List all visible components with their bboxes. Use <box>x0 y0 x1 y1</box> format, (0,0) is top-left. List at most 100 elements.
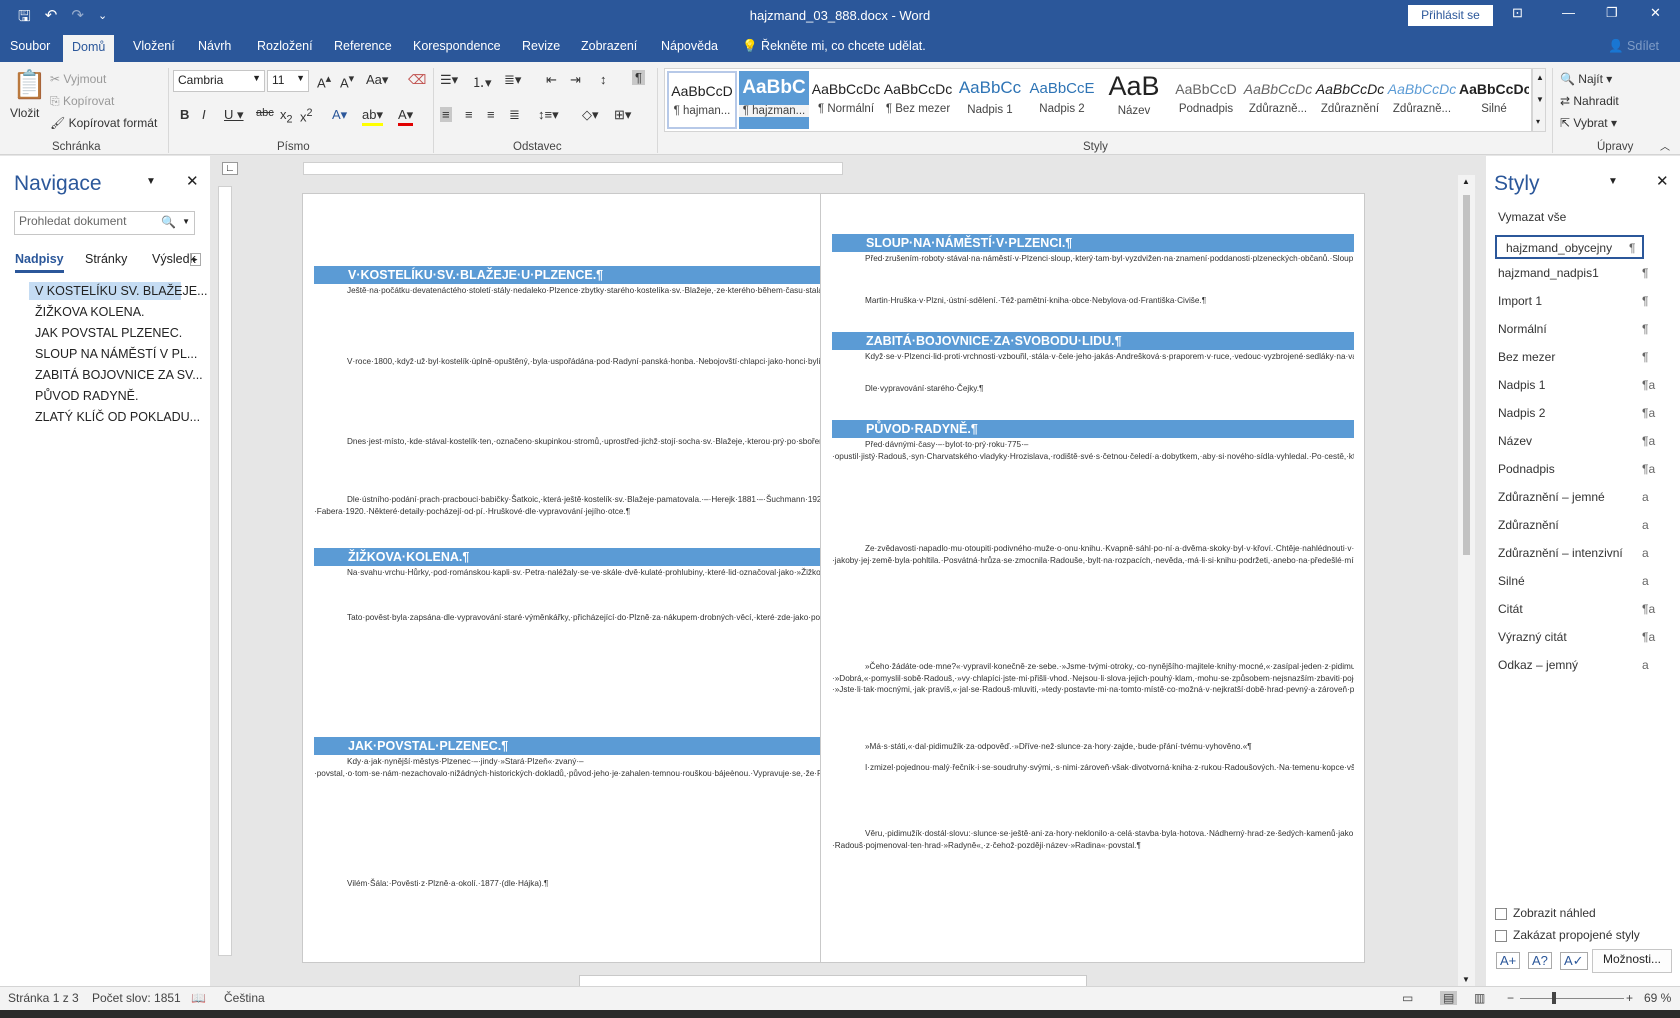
style-gallery-item[interactable]: AaBbCcDc Silné <box>1459 71 1529 129</box>
style-gallery-item[interactable]: AaBbCcDc Zdůraznění <box>1315 71 1385 129</box>
underline-icon[interactable]: U ▾ <box>224 107 244 123</box>
nav-heading-item[interactable]: SLOUP NA NÁMĚSTÍ V PL... <box>35 347 197 361</box>
italic-icon[interactable]: I <box>202 107 206 122</box>
language[interactable]: Čeština <box>224 991 265 1005</box>
restore-icon[interactable]: ❐ <box>1606 5 1618 21</box>
document-area[interactable]: V·KOSTELÍKU·SV.·BLAŽEJE·U·PLZENCE.¶ Ješt… <box>232 175 1458 986</box>
zoom-out-icon[interactable]: − <box>1507 991 1514 1005</box>
options-button[interactable]: Možnosti... <box>1592 949 1672 973</box>
align-left-icon[interactable]: ≡ <box>440 107 452 122</box>
nav-options-icon[interactable]: ▼ <box>146 176 156 187</box>
font-name-select[interactable]: Cambria ▼ <box>173 70 265 92</box>
tab-selector-icon[interactable]: ∟ <box>222 162 238 175</box>
tab-help[interactable]: Nápověda <box>661 39 718 53</box>
style-item[interactable]: Podnadpis ¶a <box>1498 462 1658 476</box>
bullets-icon[interactable]: ☰▾ <box>440 72 458 88</box>
style-item[interactable]: hajzmand_obycejny ¶ <box>1495 235 1644 259</box>
disable-linked-styles-checkbox[interactable]: Zakázat propojené styly <box>1495 928 1640 942</box>
manage-styles-icon[interactable]: A✓ <box>1560 952 1588 970</box>
style-gallery-item[interactable]: AaBbC ¶ hajzman... <box>739 71 809 129</box>
replace-button[interactable]: ⇄ Nahradit <box>1560 94 1619 108</box>
style-gallery-item[interactable]: AaBbCcD Podnadpis <box>1171 71 1241 129</box>
zoom-in-icon[interactable]: + <box>1626 991 1633 1005</box>
vertical-scrollbar[interactable]: ▲ ▼ <box>1458 175 1475 986</box>
tab-review[interactable]: Revize <box>522 39 560 53</box>
style-item[interactable]: Citát ¶a <box>1498 602 1658 616</box>
styles-options-icon[interactable]: ▼ <box>1608 176 1618 187</box>
copy-button[interactable]: ⎘ Kopírovat <box>50 94 114 109</box>
style-gallery-item[interactable]: AaBbCcD ¶ hajman... <box>667 71 737 129</box>
nav-heading-item[interactable]: ZABITÁ BOJOVNICE ZA SV... <box>35 368 203 382</box>
nav-tab-pages[interactable]: Stránky <box>85 252 127 266</box>
tell-me-box[interactable]: 💡 Řekněte mi, co chcete udělat. <box>742 39 926 54</box>
decrease-indent-icon[interactable]: ⇤ <box>546 72 557 88</box>
style-item[interactable]: Bez mezer ¶ <box>1498 350 1658 364</box>
tab-layout[interactable]: Rozložení <box>257 39 313 53</box>
tab-mailings[interactable]: Korespondence <box>413 39 501 53</box>
tab-home[interactable]: Domů <box>63 35 115 62</box>
style-gallery-item[interactable]: AaB Název <box>1099 71 1169 129</box>
format-painter-button[interactable]: 🖌 Kopírovat formát <box>50 116 157 130</box>
line-spacing-icon[interactable]: ↕≡▾ <box>538 107 559 123</box>
find-button[interactable]: 🔍 Najít ▾ <box>1560 72 1612 86</box>
superscript-icon[interactable]: x2 <box>300 107 313 124</box>
style-gallery-item[interactable]: AaBbCc Nadpis 1 <box>955 71 1025 129</box>
proofing-icon[interactable]: 📖 <box>191 991 206 1005</box>
strikethrough-icon[interactable]: abc <box>256 107 274 119</box>
highlight-icon[interactable]: ab▾ <box>362 107 383 126</box>
bold-icon[interactable]: B <box>180 107 189 122</box>
paste-button[interactable]: Vložit <box>10 106 39 120</box>
ribbon-display-icon[interactable]: ⊡ <box>1512 5 1523 21</box>
nav-tabs-scroll-icon[interactable]: ▸ <box>190 253 201 266</box>
new-style-icon[interactable]: A+ <box>1496 952 1521 969</box>
style-item[interactable]: Import 1 ¶ <box>1498 294 1658 308</box>
styles-gallery-scroll[interactable]: ▲ ▼ ▾ <box>1532 68 1546 132</box>
increase-indent-icon[interactable]: ⇥ <box>570 72 581 88</box>
style-item[interactable]: Nadpis 1 ¶a <box>1498 378 1658 392</box>
style-item[interactable]: Normální ¶ <box>1498 322 1658 336</box>
zoom-slider-thumb[interactable] <box>1552 992 1556 1004</box>
tab-insert[interactable]: Vložení <box>133 39 175 53</box>
share-button[interactable]: 👤 Sdílet <box>1608 39 1659 54</box>
nav-heading-item[interactable]: PŮVOD RADYNĚ. <box>35 389 139 403</box>
page-count[interactable]: Stránka 1 z 3 <box>8 991 79 1005</box>
paste-icon[interactable]: 📋 <box>12 68 47 101</box>
cut-button[interactable]: ✂ Vyjmout <box>50 72 106 86</box>
style-item[interactable]: Silné a <box>1498 574 1658 588</box>
font-size-select[interactable]: 11 ▼ <box>267 70 309 92</box>
clear-all-button[interactable]: Vymazat vše <box>1498 210 1658 224</box>
borders-icon[interactable]: ⊞▾ <box>614 107 631 123</box>
nav-search-input[interactable]: Prohledat dokument 🔍 ▼ <box>14 211 195 235</box>
clear-formatting-icon[interactable]: ⌫ <box>408 72 426 88</box>
show-preview-checkbox[interactable]: Zobrazit náhled <box>1495 906 1596 920</box>
print-layout-icon[interactable]: ▤ <box>1440 991 1458 1005</box>
align-right-icon[interactable]: ≡ <box>487 107 495 122</box>
page-1[interactable]: V·KOSTELÍKU·SV.·BLAŽEJE·U·PLZENCE.¶ Ješt… <box>302 193 847 963</box>
text-effects-icon[interactable]: A▾ <box>332 107 347 123</box>
collapse-ribbon-icon[interactable]: ︿ <box>1660 138 1670 153</box>
scroll-thumb[interactable] <box>1463 195 1470 555</box>
web-layout-icon[interactable]: ▥ <box>1474 991 1485 1005</box>
style-gallery-item[interactable]: AaBbCcDc ¶ Normální <box>811 71 881 129</box>
nav-close-icon[interactable]: ✕ <box>186 172 199 190</box>
change-case-icon[interactable]: Aa▾ <box>366 72 388 88</box>
horizontal-ruler[interactable] <box>303 162 843 175</box>
nav-tab-headings[interactable]: Nadpisy <box>15 252 64 273</box>
tab-file[interactable]: Soubor <box>10 39 50 53</box>
tab-references[interactable]: Reference <box>334 39 392 53</box>
subscript-icon[interactable]: x2 <box>280 107 293 126</box>
word-count[interactable]: Počet slov: 1851 <box>92 991 181 1005</box>
styles-close-icon[interactable]: ✕ <box>1656 172 1669 190</box>
style-item[interactable]: Zdůraznění a <box>1498 518 1658 532</box>
grow-font-icon[interactable]: A▴ <box>317 72 331 90</box>
vertical-ruler[interactable] <box>218 186 232 956</box>
style-item[interactable]: hajzmand_nadpis1 ¶ <box>1498 266 1658 280</box>
style-item[interactable]: Výrazný citát ¶a <box>1498 630 1658 644</box>
style-gallery-item[interactable]: AaBbCcDc ¶ Bez mezer <box>883 71 953 129</box>
zoom-slider[interactable] <box>1520 998 1624 999</box>
style-item[interactable]: Nadpis 2 ¶a <box>1498 406 1658 420</box>
style-gallery-item[interactable]: AaBbCcDc Zdůrazně... <box>1243 71 1313 129</box>
justify-icon[interactable]: ≣ <box>509 107 520 123</box>
shading-icon[interactable]: ◇▾ <box>582 107 599 123</box>
style-item[interactable]: Název ¶a <box>1498 434 1658 448</box>
